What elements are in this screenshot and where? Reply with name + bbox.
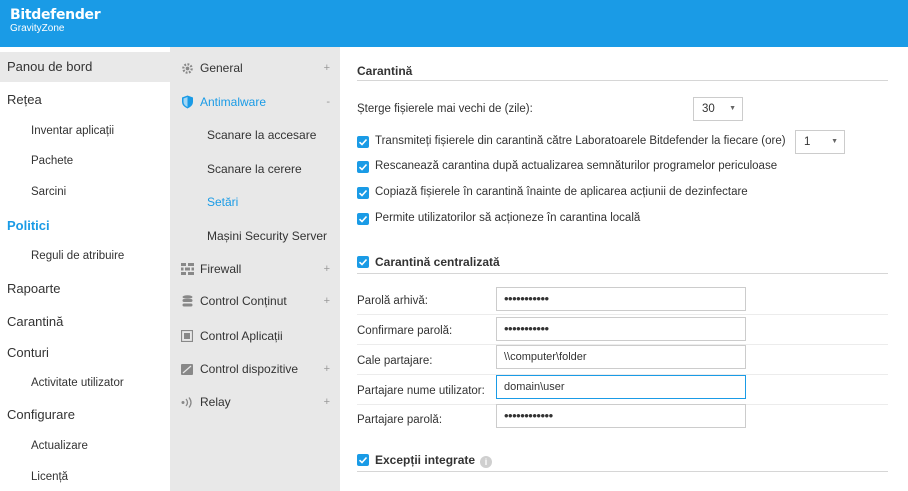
rescan-quarantine-checkbox[interactable] xyxy=(357,161,369,173)
expand-toggle[interactable]: + xyxy=(324,354,330,384)
brand-name: Bitdefender xyxy=(10,7,101,23)
row-divider xyxy=(357,314,888,315)
section-antimalware[interactable]: Antimalware - xyxy=(170,87,340,117)
nav-item-reports[interactable]: Rapoarte xyxy=(0,274,170,304)
collapse-toggle[interactable]: - xyxy=(326,87,330,117)
chevron-down-icon: ▼ xyxy=(831,138,838,145)
archive-password-label: Parolă arhivă: xyxy=(357,295,428,307)
shield-icon xyxy=(180,87,194,117)
section-general[interactable]: General + xyxy=(170,53,340,83)
submit-to-labs-checkbox[interactable] xyxy=(357,136,369,148)
nav-item-network[interactable]: Rețea xyxy=(0,85,170,115)
chevron-down-icon: ▼ xyxy=(729,105,736,112)
nav-item-license[interactable]: Licență xyxy=(0,462,170,491)
nav-item-policies[interactable]: Politici xyxy=(0,211,170,241)
confirm-password-input[interactable]: ••••••••••• xyxy=(496,317,746,341)
divider xyxy=(357,273,888,274)
relay-icon xyxy=(180,387,194,417)
top-bar: Bitdefender GravityZone xyxy=(0,0,908,47)
database-icon xyxy=(180,286,194,316)
copy-before-disinfect-checkbox[interactable] xyxy=(357,187,369,199)
info-icon[interactable]: i xyxy=(480,456,493,468)
firewall-icon xyxy=(180,254,194,284)
delete-older-label: Șterge fișierele mai vechi de (zile): xyxy=(357,103,533,115)
antimalware-settings[interactable]: Setări xyxy=(170,187,340,217)
section-relay-label: Relay xyxy=(200,395,231,409)
share-username-label: Partajare nume utilizator: xyxy=(357,385,485,397)
share-password-input[interactable]: •••••••••••• xyxy=(496,404,746,428)
submit-hours-select[interactable]: 1 ▼ xyxy=(795,130,845,154)
section-firewall[interactable]: Firewall + xyxy=(170,254,340,284)
section-app-control-label: Control Aplicații xyxy=(200,329,283,343)
nav-item-quarantine[interactable]: Carantină xyxy=(0,307,170,337)
confirm-password-label: Confirmare parolă: xyxy=(357,325,453,337)
policy-sections-nav: General + Antimalware - Scanare la acces… xyxy=(170,47,340,491)
share-username-input[interactable]: domain\user xyxy=(496,375,746,399)
brand-logo[interactable]: Bitdefender GravityZone xyxy=(10,7,101,35)
divider xyxy=(357,80,888,81)
expand-toggle[interactable]: + xyxy=(324,254,330,284)
rescan-quarantine-label: Rescanează carantina după actualizarea s… xyxy=(375,160,778,172)
section-firewall-label: Firewall xyxy=(200,262,242,276)
divider xyxy=(357,471,888,472)
section-general-label: General xyxy=(200,61,243,75)
app-control-icon xyxy=(180,321,194,351)
nav-item-configuration[interactable]: Configurare xyxy=(0,400,170,430)
submit-hours-value: 1 xyxy=(804,136,811,148)
section-device-control-label: Control dispozitive xyxy=(200,362,299,376)
delete-older-days-value: 30 xyxy=(702,103,715,115)
expand-toggle[interactable]: + xyxy=(324,53,330,83)
builtin-exclusions-label: Excepții integrate xyxy=(375,453,476,467)
expand-toggle[interactable]: + xyxy=(324,387,330,417)
section-antimalware-label: Antimalware xyxy=(200,95,267,109)
section-relay[interactable]: Relay + xyxy=(170,387,340,417)
builtin-exclusions-title: Excepții integrate i xyxy=(375,453,493,468)
nav-item-app-inventory[interactable]: Inventar aplicații xyxy=(0,116,170,146)
quarantine-section-title: Carantină xyxy=(357,64,413,78)
nav-item-user-activity[interactable]: Activitate utilizator xyxy=(0,368,170,398)
nav-item-update[interactable]: Actualizare xyxy=(0,431,170,461)
submit-to-labs-label: Transmiteți fișierele din carantină cătr… xyxy=(375,135,786,147)
section-content-control-label: Control Conținut xyxy=(200,294,287,308)
share-password-label: Partajare parolă: xyxy=(357,414,443,426)
section-device-control[interactable]: Control dispozitive + xyxy=(170,354,340,384)
allow-local-actions-label: Permite utilizatorilor să acționeze în c… xyxy=(375,212,641,224)
device-icon xyxy=(180,354,194,384)
copy-before-disinfect-label: Copiază fișierele în carantină înainte d… xyxy=(375,186,748,198)
section-app-control[interactable]: Control Aplicații xyxy=(170,321,340,351)
antimalware-on-demand[interactable]: Scanare la cerere xyxy=(170,154,340,184)
share-path-label: Cale partajare: xyxy=(357,355,433,367)
nav-item-packages[interactable]: Pachete xyxy=(0,146,170,176)
nav-item-accounts[interactable]: Conturi xyxy=(0,338,170,368)
antimalware-security-server[interactable]: Mașini Security Server xyxy=(170,221,340,251)
central-quarantine-title: Carantină centralizată xyxy=(375,255,500,269)
builtin-exclusions-checkbox[interactable] xyxy=(357,454,369,466)
brand-subtitle: GravityZone xyxy=(10,23,65,34)
gear-icon xyxy=(180,53,194,83)
archive-password-input[interactable]: ••••••••••• xyxy=(496,287,746,311)
settings-content: Carantină Șterge fișierele mai vechi de … xyxy=(340,47,908,491)
antimalware-on-access[interactable]: Scanare la accesare xyxy=(170,120,340,150)
central-quarantine-checkbox[interactable] xyxy=(357,256,369,268)
nav-item-dashboard[interactable]: Panou de bord xyxy=(0,52,170,82)
share-path-input[interactable]: \\computer\folder xyxy=(496,345,746,369)
delete-older-days-select[interactable]: 30 ▼ xyxy=(693,97,743,121)
main-nav: Panou de bord Rețea Inventar aplicații P… xyxy=(0,47,170,491)
allow-local-actions-checkbox[interactable] xyxy=(357,213,369,225)
nav-item-assignment-rules[interactable]: Reguli de atribuire xyxy=(0,241,170,271)
section-content-control[interactable]: Control Conținut + xyxy=(170,286,340,316)
expand-toggle[interactable]: + xyxy=(324,286,330,316)
nav-item-tasks[interactable]: Sarcini xyxy=(0,177,170,207)
